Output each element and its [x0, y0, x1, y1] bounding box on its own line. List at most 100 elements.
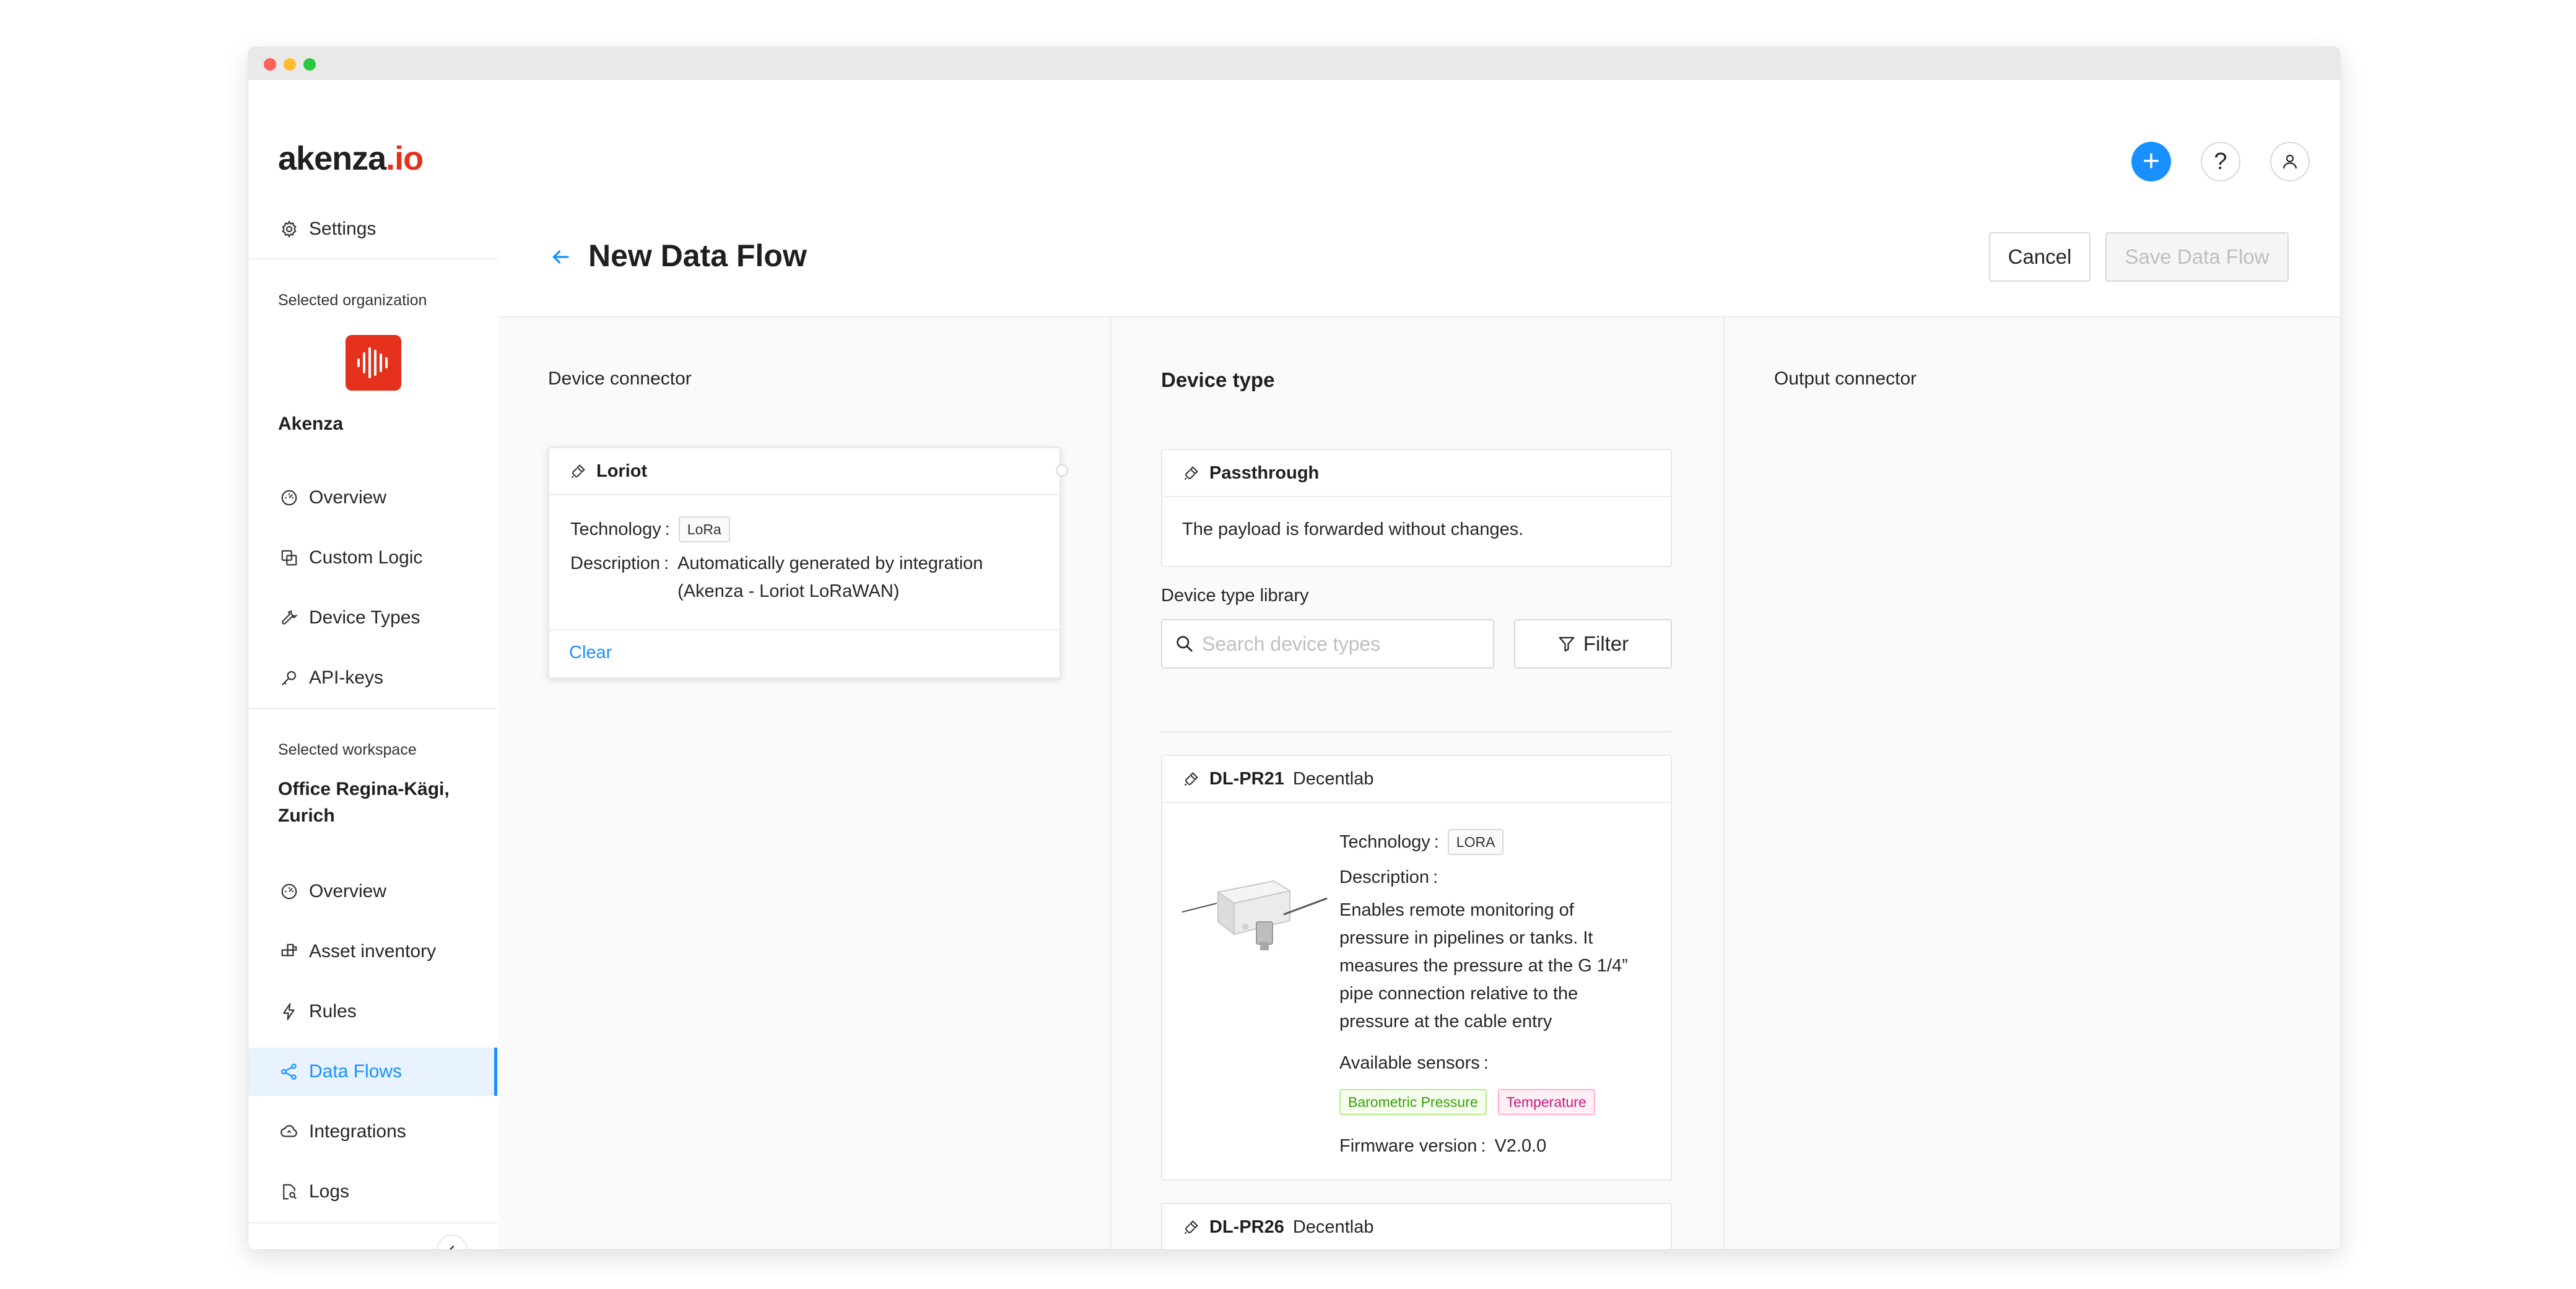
device-type-library-label: Device type library [1161, 586, 1309, 605]
sidebar-item-rules[interactable]: Rules [248, 987, 497, 1036]
page-title: New Data Flow [588, 238, 807, 273]
description-line: pressure at the cable entry [1339, 1012, 1552, 1031]
search-device-types-field[interactable] [1161, 619, 1494, 669]
sidebar-divider [248, 258, 497, 259]
close-window-button[interactable] [264, 58, 276, 71]
sidebar-item-logs[interactable]: Logs [248, 1168, 497, 1216]
sidebar-item-integrations[interactable]: Integrations [248, 1108, 497, 1156]
help-button[interactable]: ? [2201, 142, 2240, 181]
description-line: Automatically generated by integration [677, 553, 983, 573]
chevron-left-icon [449, 1245, 455, 1249]
description-line: pipe connection relative to the [1339, 984, 1578, 1004]
device-description-text: Enables remote monitoring of pressure in… [1339, 896, 1628, 1036]
sidebar-divider [248, 1222, 497, 1223]
save-data-flow-button[interactable]: Save Data Flow [2105, 232, 2289, 282]
thunderbolt-icon [277, 999, 302, 1024]
akenza-logo[interactable]: akenza.io [278, 142, 424, 175]
sensor-tag: Barometric Pressure [1339, 1089, 1487, 1115]
dashboard-icon [277, 485, 302, 510]
device-connector-heading: Device connector [548, 368, 692, 389]
available-sensors-label: Available sensors [1339, 1053, 1480, 1073]
sidebar-item-device-types[interactable]: Device Types [248, 594, 497, 642]
maximize-window-button[interactable] [303, 58, 316, 71]
sidebar-item-label: Data Flows [309, 1061, 402, 1082]
sidebar-item-label: Custom Logic [309, 547, 423, 568]
cancel-button[interactable]: Cancel [1989, 232, 2091, 282]
workspace-name-line: Office Regina-Kägi, [278, 779, 450, 799]
connector-icon [568, 461, 589, 482]
firmware-row: Firmware version: V2.0.0 [1339, 1136, 1547, 1156]
search-input[interactable] [1201, 631, 1476, 656]
selected-workspace-caption: Selected workspace [278, 741, 417, 758]
technology-label: Technology [570, 519, 661, 539]
question-icon: ? [2214, 148, 2227, 175]
user-icon [2282, 154, 2297, 169]
sidebar: Settings Selected organization Akenza Ov… [248, 196, 500, 1249]
sidebar-item-ws-overview[interactable]: Overview [248, 867, 497, 916]
sidebar-item-label: Asset inventory [309, 941, 437, 961]
key-icon [277, 666, 302, 690]
connector-name: Loriot [596, 461, 648, 481]
output-connector-heading: Output connector [1774, 368, 1917, 389]
page-header: New Data Flow Cancel Save Data Flow [498, 196, 2340, 318]
description-label: Description [1339, 867, 1430, 887]
description-line: Enables remote monitoring of [1339, 900, 1574, 920]
device-type-column: Device type Passthrough The payload is f… [1112, 318, 1725, 1249]
organization-logo [346, 335, 401, 391]
sidebar-item-api-keys[interactable]: API-keys [248, 654, 497, 702]
sidebar-item-asset-inventory[interactable]: Asset inventory [248, 927, 497, 976]
card-header: Loriot [549, 448, 1060, 495]
selected-device-connector-card[interactable]: Loriot Technology: LoRa Description: Aut… [548, 447, 1061, 679]
sidebar-item-label: Settings [309, 219, 376, 239]
passthrough-card[interactable]: Passthrough The payload is forwarded wit… [1161, 449, 1672, 567]
sidebar-item-settings[interactable]: Settings [248, 205, 497, 253]
filter-button[interactable]: Filter [1514, 619, 1672, 669]
connector-handle[interactable] [1056, 464, 1068, 477]
passthrough-description: The payload is forwarded without changes… [1182, 519, 1524, 539]
description-line: pressure in pipelines or tanks. It [1339, 928, 1593, 948]
firmware-value: V2.0.0 [1494, 1136, 1547, 1156]
collapse-sidebar-button[interactable] [437, 1235, 468, 1249]
clear-link[interactable]: Clear [569, 643, 612, 663]
sidebar-divider [248, 708, 497, 709]
search-icon [1177, 636, 1193, 652]
app-header: akenza.io + ? [248, 80, 2340, 197]
card-header: Passthrough [1162, 450, 1671, 497]
sidebar-item-label: Logs [309, 1181, 350, 1202]
card-divider [549, 629, 1060, 630]
device-image [1181, 855, 1329, 966]
device-type-heading: Device type [1161, 368, 1275, 391]
waveform-icon [357, 347, 388, 378]
organization-name: Akenza [278, 414, 344, 434]
sidebar-item-label: Overview [309, 881, 387, 901]
user-menu-button[interactable] [2270, 142, 2310, 181]
technology-row: Technology: LORA [1339, 829, 1504, 855]
browser-window: akenza.io + ? Settings Selected organiza… [248, 47, 2340, 1249]
device-type-name: DL-PR21 [1209, 768, 1284, 789]
sidebar-item-custom-logic[interactable]: Custom Logic [248, 534, 497, 582]
device-type-card-dl-pr21[interactable]: DL-PR21 Decentlab Technology: LORA Desc… [1161, 755, 1672, 1181]
create-button[interactable]: + [2131, 142, 2171, 181]
gear-icon [277, 217, 302, 241]
device-vendor: Decentlab [1292, 1217, 1374, 1237]
workspace-name: Office Regina-Kägi, Zurich [278, 776, 450, 829]
share-icon [277, 1059, 302, 1084]
device-type-card-dl-pr26[interactable]: DL-PR26 Decentlab [1161, 1203, 1672, 1249]
sidebar-item-data-flows[interactable]: Data Flows [248, 1048, 497, 1096]
passthrough-name: Passthrough [1209, 462, 1320, 483]
technology-label: Technology [1339, 831, 1430, 852]
connector-icon [1181, 768, 1202, 789]
minimize-window-button[interactable] [284, 58, 296, 71]
description-line: (Akenza - Loriot LoRaWAN) [677, 581, 900, 601]
sidebar-item-org-overview[interactable]: Overview [248, 474, 497, 522]
sidebar-item-label: Overview [309, 487, 387, 508]
arrow-left-icon [552, 250, 569, 264]
card-header: DL-PR26 Decentlab [1162, 1204, 1671, 1249]
back-button[interactable] [547, 243, 574, 271]
list-top-divider [1161, 731, 1672, 732]
device-type-name: DL-PR26 [1209, 1217, 1284, 1237]
description-label: Description [570, 553, 661, 573]
connector-icon [1181, 462, 1202, 484]
sidebar-item-label: API-keys [309, 667, 384, 688]
output-connector-column: Output connector [1725, 318, 2340, 1249]
